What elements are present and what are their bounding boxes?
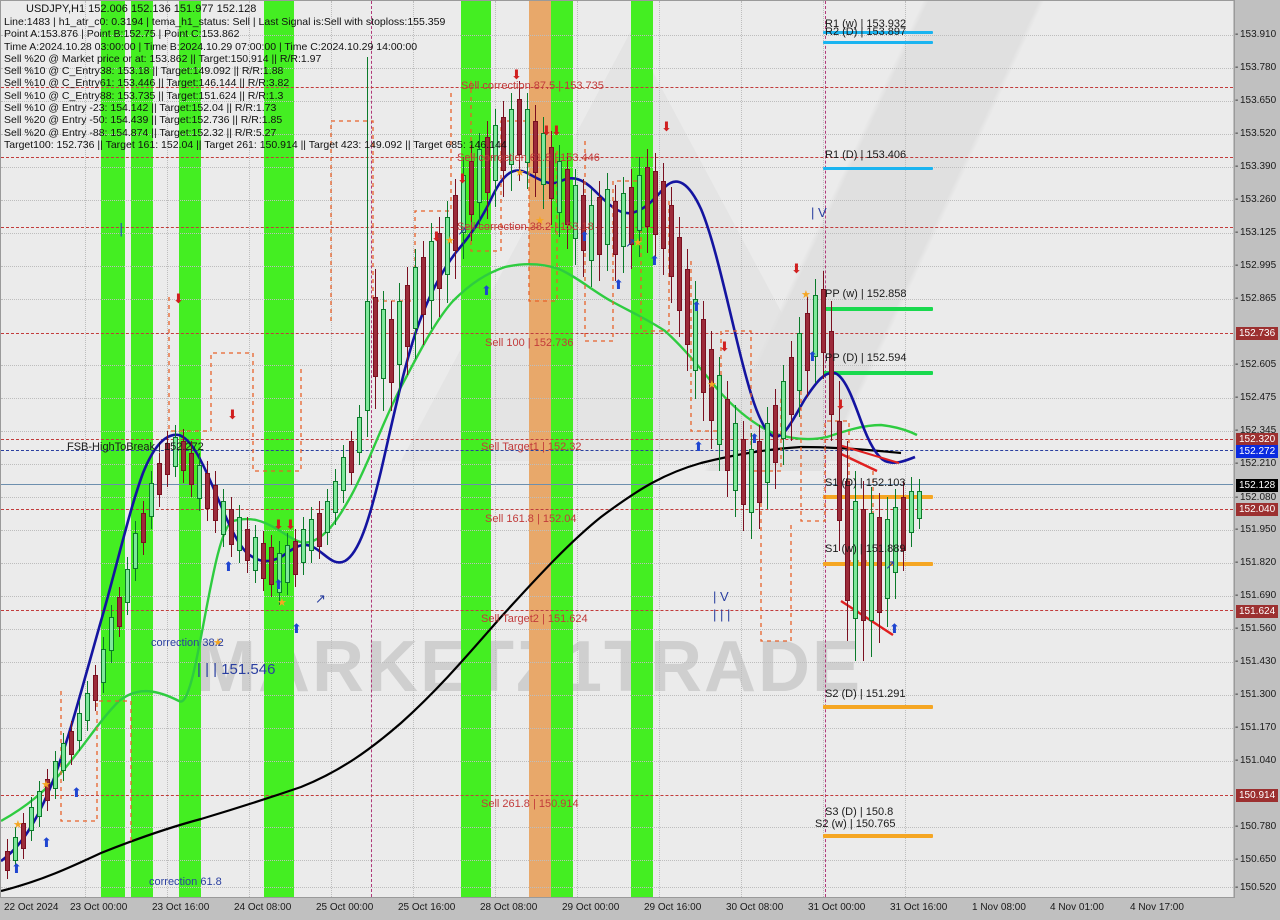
info-row: Point A:153.876 | Point B:152.75 | Point… bbox=[4, 28, 240, 41]
symbol-ohlc-line: USDJPY,H1 152.006 152.136 151.977 152.12… bbox=[26, 3, 257, 15]
price-tick: 151.430 bbox=[1240, 656, 1277, 667]
time-tick: 31 Oct 16:00 bbox=[890, 902, 948, 913]
info-row: Sell %10 @ Entry -23: 154.142 || Target:… bbox=[4, 102, 277, 115]
time-tick: 4 Nov 17:00 bbox=[1130, 902, 1184, 913]
price-tick: 150.520 bbox=[1240, 882, 1277, 893]
info-row: Target100: 152.736 || Target 161: 152.04… bbox=[4, 138, 507, 151]
price-tick: 151.560 bbox=[1240, 623, 1277, 634]
price-tick: 152.605 bbox=[1240, 359, 1277, 370]
time-tick: 1 Nov 08:00 bbox=[972, 902, 1026, 913]
price-tick: 152.080 bbox=[1240, 492, 1277, 503]
price-tick: 151.690 bbox=[1240, 590, 1277, 601]
price-tick: 153.910 bbox=[1240, 29, 1277, 40]
info-row: Line:1483 | h1_atr_c0: 0.3194 | tema_h1_… bbox=[4, 16, 446, 28]
price-tick: 151.300 bbox=[1240, 689, 1277, 700]
price-tick: 153.780 bbox=[1240, 62, 1277, 73]
chart-window: MARKETZ1TRADE bbox=[0, 0, 1280, 920]
price-tick: 150.650 bbox=[1240, 854, 1277, 865]
time-tick: 23 Oct 16:00 bbox=[152, 902, 210, 913]
price-tick: 153.125 bbox=[1240, 227, 1277, 238]
info-row: Sell %10 @ C_Entry88: 153.735 || Target:… bbox=[4, 89, 284, 102]
price-badge-current: 152.128 bbox=[1236, 479, 1278, 492]
price-tick: 152.475 bbox=[1240, 392, 1277, 403]
info-row: Sell %20 @ Entry -50: 154.439 || Target:… bbox=[4, 114, 283, 127]
price-tick: 151.820 bbox=[1240, 557, 1277, 568]
info-row: Sell %20 @ Entry -88: 154.874 || Target:… bbox=[4, 126, 277, 139]
price-axis[interactable]: -153.910 -153.780 -153.650 -153.520 -153… bbox=[1234, 0, 1280, 898]
price-tick: 152.210 bbox=[1240, 458, 1277, 469]
price-badge-sell100: 152.736 bbox=[1236, 327, 1278, 340]
info-row: Sell %10 @ C_Entry38: 153.18 || Target:1… bbox=[4, 65, 284, 78]
time-tick: 24 Oct 08:00 bbox=[234, 902, 292, 913]
time-tick: 29 Oct 16:00 bbox=[644, 902, 702, 913]
time-tick: 4 Nov 01:00 bbox=[1050, 902, 1104, 913]
time-tick: 25 Oct 00:00 bbox=[316, 902, 374, 913]
info-row: Sell %20 @ Market price or at: 153.862 |… bbox=[4, 52, 322, 65]
price-tick: 151.950 bbox=[1240, 524, 1277, 535]
price-tick: 151.040 bbox=[1240, 755, 1277, 766]
chart-header: USDJPY,H1 152.006 152.136 151.977 152.12… bbox=[4, 2, 507, 151]
time-tick: 28 Oct 08:00 bbox=[480, 902, 538, 913]
price-badge-fsb: 152.272 bbox=[1236, 445, 1278, 458]
time-tick: 30 Oct 08:00 bbox=[726, 902, 784, 913]
time-axis[interactable]: 22 Oct 2024 23 Oct 00:00 23 Oct 16:00 24… bbox=[0, 899, 1280, 920]
price-tick: 153.260 bbox=[1240, 194, 1277, 205]
time-tick: 22 Oct 2024 bbox=[4, 902, 59, 913]
time-tick: 23 Oct 00:00 bbox=[70, 902, 128, 913]
info-row: Sell %10 @ C_Entry61: 153.446 || Target:… bbox=[4, 77, 290, 90]
time-tick: 29 Oct 00:00 bbox=[562, 902, 620, 913]
price-badge-target2: 151.624 bbox=[1236, 605, 1278, 618]
time-tick: 31 Oct 00:00 bbox=[808, 902, 866, 913]
price-tick: 153.520 bbox=[1240, 128, 1277, 139]
price-tick: 150.780 bbox=[1240, 821, 1277, 832]
info-row: Time A:2024.10.28 03:00:00 | Time B:2024… bbox=[4, 40, 418, 53]
price-tick: 153.650 bbox=[1240, 95, 1277, 106]
price-badge-sell2618: 150.914 bbox=[1236, 789, 1278, 802]
price-tick: 152.995 bbox=[1240, 260, 1277, 271]
price-tick: 151.170 bbox=[1240, 722, 1277, 733]
price-tick: 153.390 bbox=[1240, 161, 1277, 172]
time-tick: 25 Oct 16:00 bbox=[398, 902, 456, 913]
price-badge-sell1618: 152.040 bbox=[1236, 503, 1278, 516]
price-tick: 152.865 bbox=[1240, 293, 1277, 304]
